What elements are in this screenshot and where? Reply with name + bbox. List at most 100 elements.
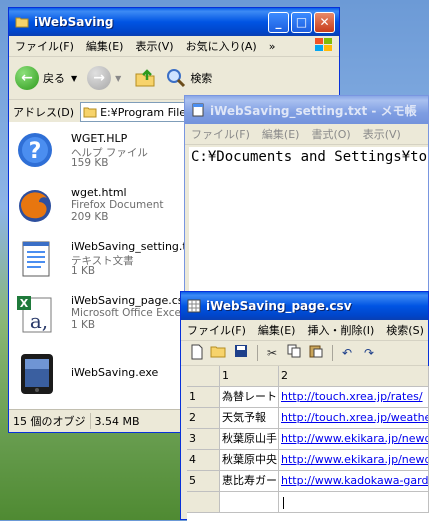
file-item[interactable]: ? WGET.HLP ヘルプ ファイル 159 KB [15,130,187,174]
file-list: ? WGET.HLP ヘルプ ファイル 159 KB wget.html Fir… [9,122,187,412]
csv-editor-window: iWebSaving_page.csv ファイル(F) 編集(E) 挿入・削除(… [180,291,429,521]
notepad-titlebar[interactable]: iWebSaving_setting.txt - メモ帳 [185,96,428,124]
address-value: E:¥Program Files [100,105,192,119]
folder-icon [15,17,29,28]
table-cell[interactable]: 秋葉原山手 [220,429,279,450]
save-icon[interactable] [231,344,251,362]
toolbar-divider [332,345,333,361]
notepad-menubar: ファイル(F) 編集(E) 書式(O) 表示(V) [185,124,428,145]
table-cell[interactable]: 恵比寿ガー [220,471,279,492]
file-size: 1 KB [71,319,96,331]
svg-text:a,: a, [30,309,48,333]
row-header[interactable]: 5 [187,471,220,492]
file-name: WGET.HLP [71,132,128,145]
menu-view[interactable]: 表示(V) [129,38,179,54]
file-type: Microsoft Office Excel [71,307,184,319]
menu-format[interactable]: 書式(O) [305,126,356,142]
menu-insert-delete[interactable]: 挿入・削除(I) [301,322,380,338]
file-item[interactable]: iWebSaving_setting.txt テキスト文書 1 KB [15,238,187,282]
row-header[interactable]: 1 [187,387,220,408]
forward-dropdown-icon[interactable]: ▼ [115,74,121,83]
row-header[interactable]: 2 [187,408,220,429]
spreadsheet-icon [187,299,201,313]
file-item[interactable]: Xa, iWebSaving_page.csv Microsoft Office… [15,292,187,336]
csv-titlebar[interactable]: iWebSaving_page.csv [181,292,428,320]
table-cell-url[interactable]: http://www.ekikara.jp/newd [279,429,429,450]
table-cell-url[interactable]: http://www.ekikara.jp/newd [279,450,429,471]
table-cell[interactable] [220,492,279,513]
notepad-icon [192,103,204,117]
table-cell[interactable]: 秋葉原中央 [220,450,279,471]
column-header-1[interactable]: 1 [220,366,279,387]
menu-edit[interactable]: 編集(E) [252,322,302,338]
row-header[interactable] [187,492,220,513]
back-dropdown-icon[interactable]: ▼ [71,74,77,83]
new-file-icon[interactable] [187,344,207,362]
svg-text:X: X [20,297,29,310]
folder-icon [83,107,97,118]
menu-file[interactable]: ファイル(F) [181,322,252,338]
notepad-content: C:¥Documents and Settings¥tok [191,149,428,165]
window-title: iWebSaving [34,15,114,29]
status-object-count: 15 個のオブジ [9,413,91,429]
file-name: wget.html [71,186,127,199]
firefox-icon [19,190,51,222]
status-size: 3.54 MB [94,414,140,428]
menu-more[interactable]: » [263,40,282,53]
menu-search[interactable]: 検索(S) [380,322,428,338]
menu-edit[interactable]: 編集(E) [80,38,130,54]
table-cell[interactable]: 天気予報 [220,408,279,429]
table-cell-url[interactable]: http://touch.xrea.jp/weathe [279,408,429,429]
file-item[interactable]: wget.html Firefox Document 209 KB [15,184,187,228]
table-cell[interactable]: 為替レート [220,387,279,408]
cut-icon[interactable]: ✂ [262,344,282,362]
file-size: 209 KB [71,211,109,223]
csv-toolbar: ✂ ↶ ↷ [181,341,428,366]
text-file-icon [22,241,50,277]
menu-view[interactable]: 表示(V) [357,126,407,142]
forward-arrow-icon[interactable]: → [87,66,112,90]
close-button[interactable]: ✕ [314,11,335,33]
address-label: アドレス(D) [13,106,75,119]
column-header-2[interactable]: 2 [279,366,429,387]
file-item[interactable]: iWebSaving.exe [15,352,187,396]
notepad-window: iWebSaving_setting.txt - メモ帳 ファイル(F) 編集(… [184,95,429,295]
row-header[interactable]: 4 [187,450,220,471]
row-header[interactable]: 3 [187,429,220,450]
file-size: 1 KB [71,265,96,277]
file-name: iWebSaving_setting.txt [71,240,187,253]
maximize-button[interactable]: □ [291,11,312,33]
menu-file[interactable]: ファイル(F) [9,38,80,54]
csv-menubar: ファイル(F) 編集(E) 挿入・削除(I) 検索(S) [181,320,428,341]
paste-icon[interactable] [306,344,326,362]
menu-favorites[interactable]: お気に入り(A) [180,38,263,54]
window-title: iWebSaving_page.csv [206,299,352,313]
corner-header [187,366,220,387]
notepad-text-area[interactable]: C:¥Documents and Settings¥tok [189,147,428,294]
file-type: Firefox Document [71,199,164,211]
search-icon[interactable] [165,67,187,89]
menu-edit[interactable]: 編集(E) [256,126,306,142]
redo-icon[interactable]: ↷ [359,344,379,362]
undo-icon[interactable]: ↶ [337,344,357,362]
text-cursor [283,497,284,509]
ipod-app-icon [21,354,53,394]
open-folder-icon[interactable] [209,344,229,362]
windows-logo-icon [309,37,339,56]
file-size: 159 KB [71,157,109,169]
back-arrow-icon[interactable]: ← [15,66,39,90]
file-name: iWebSaving_page.csv [71,294,187,307]
menu-file[interactable]: ファイル(F) [185,126,256,142]
explorer-titlebar[interactable]: iWebSaving _ □ ✕ [9,8,339,36]
table-cell-url[interactable]: http://touch.xrea.jp/rates/ [279,387,429,408]
table-cell-url[interactable] [279,492,429,513]
explorer-menubar: ファイル(F) 編集(E) 表示(V) お気に入り(A) » [9,36,339,57]
copy-icon[interactable] [284,344,304,362]
minimize-button[interactable]: _ [268,11,289,33]
table-cell-url[interactable]: http://www.kadokawa-gard [279,471,429,492]
window-title: iWebSaving_setting.txt - メモ帳 [210,103,417,118]
search-button-label[interactable]: 検索 [190,70,212,86]
folder-up-icon[interactable] [133,66,157,90]
file-name: iWebSaving.exe [71,366,159,379]
back-button-label[interactable]: 戻る [43,70,65,86]
